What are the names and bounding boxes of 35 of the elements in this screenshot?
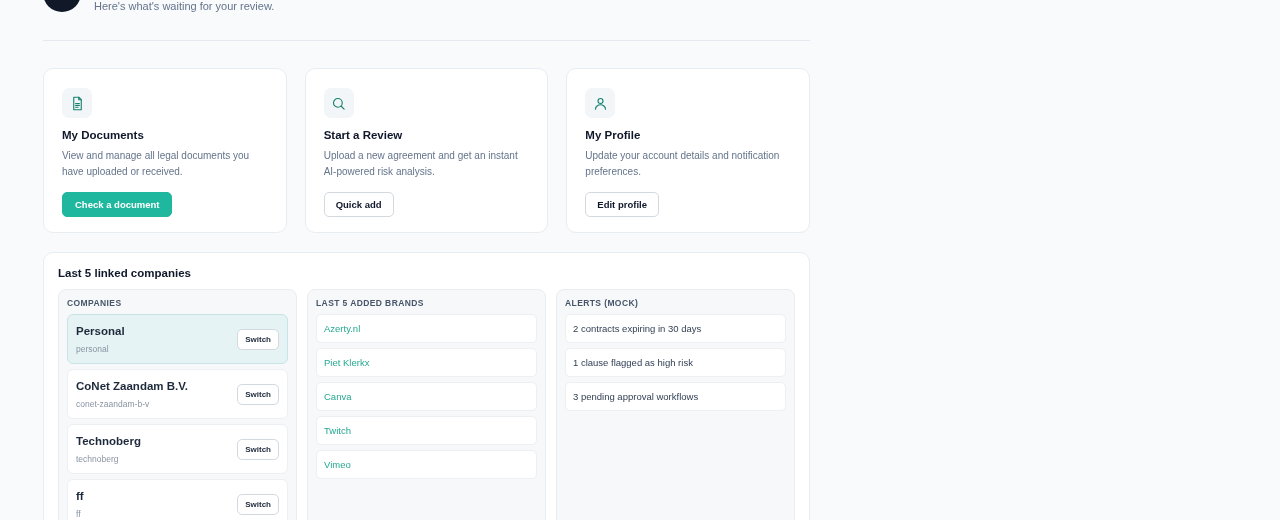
company-slug: ff — [76, 508, 82, 519]
alert-item: 1 clause flagged as high risk — [565, 348, 786, 377]
company-item[interactable]: Personal personal Switch — [67, 314, 288, 364]
search-icon — [323, 88, 354, 118]
company-slug: technoberg — [76, 453, 120, 464]
panel-title: Last 5 linked companies — [58, 267, 192, 279]
company-name: ff — [76, 489, 84, 502]
column-heading: LAST 5 ADDED BRANDS — [316, 298, 425, 308]
secondary-button[interactable]: Edit profile — [585, 192, 659, 217]
column-heading: COMPANIES — [67, 298, 123, 308]
company-name: Technoberg — [76, 434, 141, 447]
card-description: Update your account details and notification preferences. — [585, 149, 781, 179]
card-title: My Profile — [585, 129, 642, 141]
secondary-button[interactable]: Quick add — [323, 192, 394, 217]
column-heading: ALERTS (MOCK) — [565, 298, 640, 308]
company-name: CoNet Zaandam B.V. — [76, 379, 189, 392]
alert-item: 3 pending approval workflows — [565, 382, 786, 411]
user-icon — [585, 88, 616, 118]
card-title: My Documents — [62, 129, 145, 141]
company-item[interactable]: ff ff Switch — [67, 479, 288, 520]
alert-item: 2 contracts expiring in 30 days — [565, 314, 786, 343]
switch-button[interactable]: Switch — [237, 328, 279, 350]
switch-button[interactable]: Switch — [237, 493, 279, 515]
card-title: Start a Review — [323, 129, 404, 141]
company-item[interactable]: CoNet Zaandam B.V. conet-zaandam-b-v Switch — [67, 369, 288, 419]
card-description: Upload a new agreement and get an instant AI-powered risk analysis. — [323, 149, 519, 179]
company-item[interactable]: Technoberg technoberg Switch — [67, 424, 288, 474]
card-description: View and manage all legal documents you have uploaded or received. — [62, 149, 251, 179]
switch-button[interactable]: Switch — [237, 438, 279, 460]
company-name: Personal — [76, 324, 125, 337]
company-slug: personal — [76, 343, 110, 354]
subtitle: Here's what's waiting for your review. — [94, 0, 275, 12]
document-icon — [62, 88, 92, 118]
company-slug: conet-zaandam-b-v — [76, 398, 151, 409]
switch-button[interactable]: Switch — [237, 383, 279, 405]
